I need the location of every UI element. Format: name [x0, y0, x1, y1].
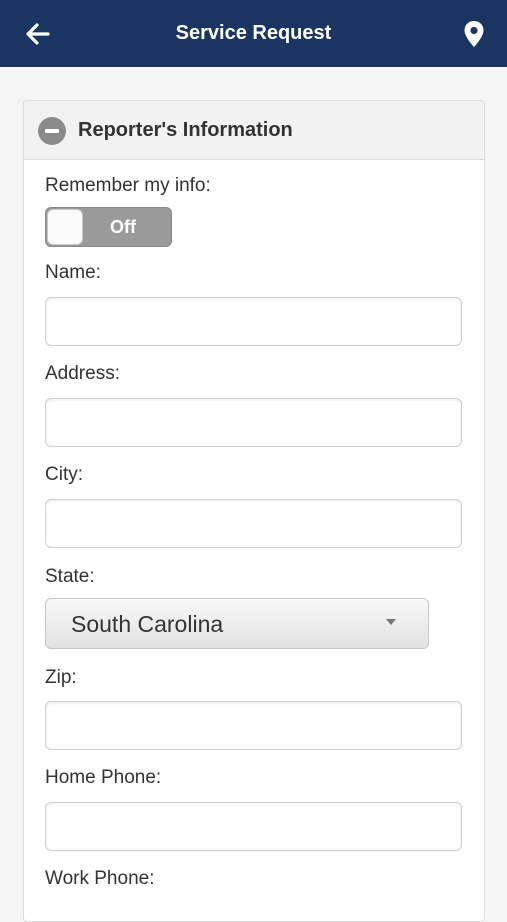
- toggle-state-text: Off: [110, 217, 136, 237]
- city-field[interactable]: [45, 499, 462, 548]
- minus-circle-icon[interactable]: [38, 117, 66, 145]
- chevron-down-icon: [386, 619, 396, 625]
- address-field[interactable]: [45, 398, 462, 447]
- state-select-value: South Carolina: [71, 611, 224, 637]
- remember-info-label: Remember my info:: [45, 175, 211, 196]
- map-pin-icon[interactable]: [463, 20, 485, 48]
- top-app-bar: Service Request: [0, 0, 507, 67]
- state-select[interactable]: South Carolina: [45, 598, 429, 649]
- address-label: Address:: [45, 363, 120, 384]
- name-field[interactable]: [45, 297, 462, 346]
- zip-field[interactable]: [45, 701, 462, 750]
- page-title: Service Request: [175, 22, 332, 44]
- state-label: State:: [45, 566, 95, 587]
- city-label: City:: [45, 464, 83, 485]
- toggle-knob: [47, 209, 83, 245]
- remember-info-toggle[interactable]: Off: [45, 207, 172, 247]
- home-phone-label: Home Phone:: [45, 767, 162, 788]
- home-phone-field[interactable]: [45, 802, 462, 851]
- section-header[interactable]: Reporter's Information: [24, 101, 484, 160]
- zip-label: Zip:: [45, 667, 77, 688]
- name-label: Name:: [45, 262, 101, 283]
- section-title: Reporter's Information: [78, 119, 293, 141]
- work-phone-label: Work Phone:: [45, 868, 155, 889]
